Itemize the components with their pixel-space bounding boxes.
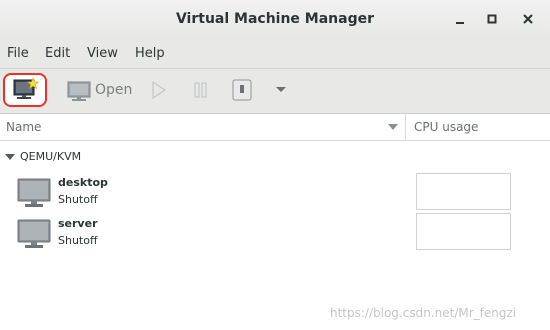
toolbar: Open — [0, 69, 550, 114]
cpu-usage-graph — [416, 173, 511, 210]
open-label: Open — [95, 82, 133, 98]
run-button[interactable] — [147, 78, 169, 102]
monitor-icon — [67, 81, 91, 101]
vm-monitor-icon — [17, 178, 51, 207]
minimize-button[interactable] — [450, 9, 470, 29]
minimize-icon — [456, 22, 464, 24]
connection-label: QEMU/KVM — [20, 150, 82, 163]
vm-status: Shutoff — [58, 234, 98, 247]
close-button[interactable] — [518, 9, 538, 29]
pause-icon — [194, 82, 207, 98]
watermark: https://blog.csdn.net/Mr_fengzi — [330, 306, 517, 320]
shutdown-button[interactable] — [230, 77, 254, 103]
connection-row[interactable]: QEMU/KVM — [0, 148, 400, 166]
sort-arrow-icon[interactable] — [387, 123, 399, 133]
expander-down-icon[interactable] — [4, 151, 16, 163]
menu-help[interactable]: Help — [135, 46, 165, 61]
open-button[interactable]: Open — [64, 73, 136, 107]
title-bar: Virtual Machine Manager — [0, 0, 550, 38]
column-header: Name CPU usage — [0, 114, 550, 141]
vm-row-desktop[interactable]: desktop Shutoff — [0, 176, 410, 210]
cpu-usage-column-header[interactable]: CPU usage — [414, 120, 478, 134]
close-icon — [523, 14, 533, 24]
play-icon — [152, 80, 167, 100]
new-vm-button[interactable] — [3, 73, 47, 107]
new-vm-icon — [3, 73, 47, 107]
shutdown-menu-dropdown[interactable] — [271, 80, 291, 100]
vm-name: desktop — [58, 176, 108, 189]
vm-status: Shutoff — [58, 193, 98, 206]
vm-monitor-icon — [17, 219, 51, 248]
menu-view[interactable]: View — [87, 46, 118, 61]
name-column-header[interactable]: Name — [6, 120, 41, 134]
maximize-icon — [487, 14, 497, 24]
column-divider[interactable] — [405, 114, 406, 140]
menu-bar: File Edit View Help — [0, 38, 550, 69]
cpu-usage-graph — [416, 213, 511, 250]
menu-file[interactable]: File — [7, 46, 29, 61]
menu-edit[interactable]: Edit — [45, 46, 70, 61]
chevron-down-icon — [276, 87, 286, 92]
pause-button[interactable] — [190, 78, 212, 102]
maximize-button[interactable] — [482, 9, 502, 29]
vm-row-server[interactable]: server Shutoff — [0, 217, 410, 251]
vm-name: server — [58, 217, 98, 230]
power-icon — [232, 79, 252, 101]
